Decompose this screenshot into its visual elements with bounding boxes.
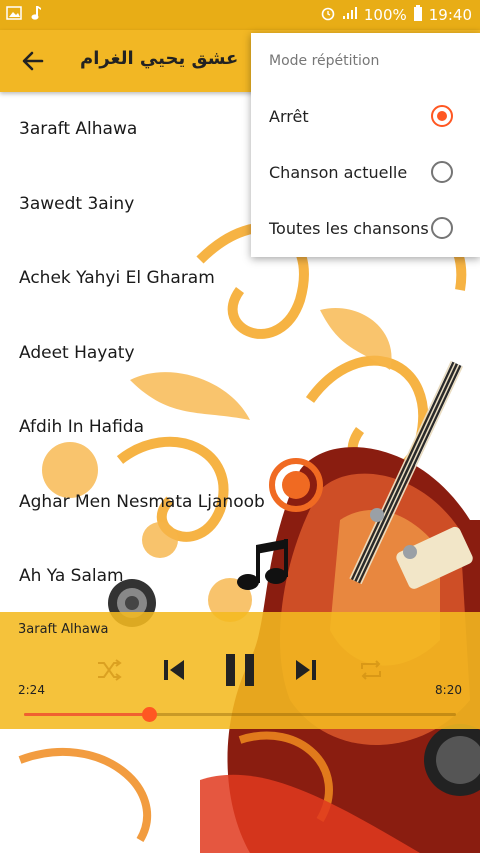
menu-title: Mode répétition [269, 53, 380, 69]
list-item[interactable]: Aghar Men Nesmata Ljanoob [0, 465, 480, 540]
list-item[interactable]: Adeet Hayaty [0, 316, 480, 391]
now-playing-title: 3araft Alhawa [18, 622, 109, 637]
shuffle-button[interactable] [96, 659, 122, 685]
seek-progress [24, 713, 150, 716]
repeat-option-all[interactable]: Toutes les chansons [251, 201, 480, 257]
list-item[interactable]: Ah Ya Salam [0, 539, 480, 614]
back-arrow-icon [22, 51, 44, 71]
battery-icon [413, 5, 423, 25]
list-item[interactable]: Afdih In Hafida [0, 390, 480, 465]
seek-bar[interactable] [24, 707, 456, 722]
music-note-icon [30, 5, 42, 25]
radio-button[interactable] [431, 105, 453, 127]
player-bar: 3araft Alhawa 2:24 8:20 [0, 612, 480, 729]
repeat-option-off[interactable]: Arrêt [251, 89, 480, 145]
repeat-mode-menu: Mode répétition Arrêt Chanson actuelle T… [251, 33, 480, 257]
back-button[interactable] [18, 46, 48, 76]
option-label: Arrêt [269, 107, 309, 126]
next-icon [296, 660, 316, 680]
radio-button[interactable] [431, 161, 453, 183]
repeat-icon [361, 660, 381, 680]
radio-button[interactable] [431, 217, 453, 239]
clock: 19:40 [428, 6, 472, 24]
pause-button[interactable] [222, 652, 258, 692]
shuffle-icon [98, 659, 122, 681]
option-label: Toutes les chansons [269, 219, 429, 238]
current-time: 2:24 [18, 683, 45, 697]
signal-icon [342, 6, 358, 24]
battery-percent: 100% [363, 6, 407, 24]
image-icon [6, 6, 22, 24]
previous-button[interactable] [160, 656, 188, 688]
previous-icon [164, 660, 184, 680]
status-bar: 100% 19:40 [0, 0, 480, 30]
total-time: 8:20 [435, 683, 462, 697]
next-button[interactable] [292, 656, 320, 688]
alarm-icon [320, 5, 336, 25]
option-label: Chanson actuelle [269, 163, 408, 182]
seek-thumb[interactable] [142, 707, 158, 722]
repeat-button[interactable] [358, 659, 384, 685]
pause-icon [226, 654, 254, 686]
repeat-option-current[interactable]: Chanson actuelle [251, 145, 480, 201]
page-title: عشق يحيي الغرام [80, 48, 239, 69]
